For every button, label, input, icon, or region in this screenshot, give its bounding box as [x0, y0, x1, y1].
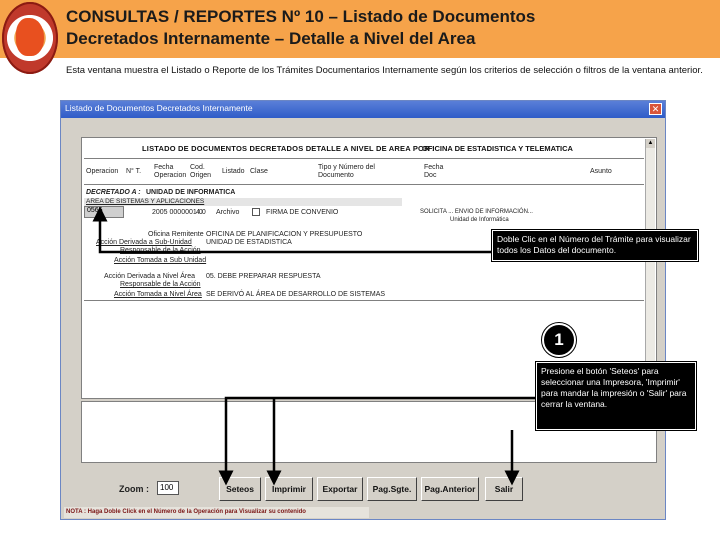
field-value: 05. DEBE PREPARAR RESPUESTA [206, 273, 321, 280]
title-line-2: Decretados Internamente – Detalle a Nive… [66, 29, 476, 48]
title-line-1: CONSULTAS / REPORTES Nº 10 – Listado de … [66, 7, 536, 26]
field-value: SE DERIVÓ AL ÁREA DE DESARROLLO DE SISTE… [206, 291, 386, 298]
decretado-value: UNIDAD DE INFORMATICA [146, 189, 236, 196]
col-clase: Clase [250, 168, 268, 175]
callout-buttons: Presione el botón 'Seteos' para seleccio… [535, 361, 697, 431]
field-label: Acción Tomada a Sub Unidad [114, 257, 207, 264]
col-fecha-doc: Fecha Doc [424, 164, 444, 179]
col-operacion: Operacion [86, 168, 119, 175]
field-value: UNIDAD DE ESTADISTICA [206, 239, 292, 246]
col-nt: N° T. [126, 168, 142, 175]
report-panel: LISTADO DE DOCUMENTOS DECRETADOS DETALLE… [81, 137, 657, 399]
row-detail: FIRMA DE CONVENIO [266, 209, 339, 216]
divider [84, 184, 644, 185]
col-asunto: Asunto [590, 168, 612, 175]
row-checkbox[interactable] [252, 208, 260, 216]
step-number-badge: 1 [541, 322, 577, 358]
zoom-label: Zoom : [119, 484, 149, 494]
field-label: Acción Tomada a Nivel Área [114, 291, 202, 298]
row-asunto-2: Unidad de Informática [450, 217, 509, 223]
vertical-scrollbar[interactable]: ▲ ▼ [645, 139, 655, 397]
report-area: OFICINA DE ESTADISTICA Y TELEMATICA [422, 144, 573, 153]
salir-button[interactable]: Salir [485, 477, 523, 501]
callout-double-click: Doble Clic en el Número del Trámite para… [491, 229, 699, 262]
seteos-button[interactable]: Seteos [219, 477, 261, 501]
zoom-input[interactable]: 100 [157, 481, 179, 495]
pag-sgte-button[interactable]: Pag.Sgte. [367, 477, 417, 501]
col-listado: Listado [222, 168, 245, 175]
pag-anterior-button[interactable]: Pag.Anterior [421, 477, 479, 501]
exportar-button[interactable]: Exportar [317, 477, 363, 501]
decretado-label: DECRETADO A : [86, 189, 141, 196]
slide: CONSULTAS / REPORTES Nº 10 – Listado de … [0, 0, 720, 540]
nota-text: NOTA : Haga Doble Click en el Número de … [64, 507, 369, 518]
report-title: LISTADO DE DOCUMENTOS DECRETADOS DETALLE… [142, 144, 435, 153]
divider [84, 300, 644, 301]
row-code2: 4.0 [196, 209, 206, 216]
slide-title: CONSULTAS / REPORTES Nº 10 – Listado de … [66, 6, 535, 50]
logo-ring [2, 2, 58, 74]
field-label: Responsable de la Acción [120, 281, 201, 288]
row-archivo: Archivo [216, 209, 240, 216]
divider [84, 158, 644, 159]
col-tipo-documento: Tipo y Número del Documento [318, 164, 375, 179]
institution-logo-icon [2, 2, 58, 74]
intro-text: Esta ventana muestra el Listado o Report… [66, 65, 703, 76]
report-window: Listado de Documentos Decretados Interna… [60, 100, 666, 520]
window-title: Listado de Documentos Decretados Interna… [65, 103, 253, 113]
subarea-label: AREA DE SISTEMAS Y APLICACIONES [86, 198, 205, 205]
window-titlebar: Listado de Documentos Decretados Interna… [61, 101, 665, 118]
operation-number-cell[interactable]: 0565 [84, 206, 124, 218]
slide-header: CONSULTAS / REPORTES Nº 10 – Listado de … [0, 0, 720, 74]
report-toolbar: Zoom : 100 Seteos Imprimir Exportar Pag.… [61, 471, 665, 507]
col-fecha-operacion: Fecha Operacion [154, 164, 187, 179]
imprimir-button[interactable]: Imprimir [265, 477, 313, 501]
field-label: Responsable de la Acción [120, 247, 201, 254]
close-icon[interactable]: ✕ [649, 103, 662, 115]
col-cod-origen: Cod. Origen [190, 164, 212, 179]
scroll-up-icon[interactable]: ▲ [646, 139, 655, 148]
